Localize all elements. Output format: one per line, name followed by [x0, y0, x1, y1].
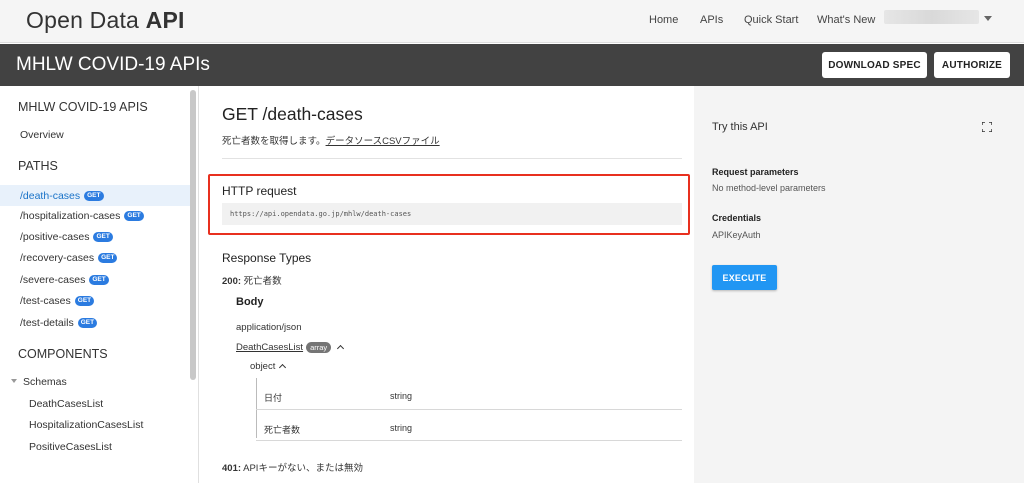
- get-badge: GET: [89, 275, 109, 285]
- http-request-heading: HTTP request: [222, 184, 297, 198]
- divider: [222, 158, 682, 159]
- api-title-bar: MHLW COVID-19 APIs DOWNLOAD SPEC AUTHORI…: [0, 44, 1024, 86]
- user-account[interactable]: [884, 10, 979, 24]
- tree-line: [256, 378, 257, 438]
- get-badge: GET: [84, 190, 104, 201]
- get-badge: GET: [98, 253, 118, 263]
- authorize-button[interactable]: AUTHORIZE: [934, 52, 1010, 78]
- account-dropdown-icon[interactable]: [984, 16, 992, 21]
- response-types-heading: Response Types: [222, 251, 312, 265]
- sidebar: MHLW COVID-19 APIS Overview PATHS /death…: [0, 86, 199, 483]
- property-name: 死亡者数: [264, 425, 301, 435]
- sidebar-api-heading[interactable]: MHLW COVID-19 APIS: [18, 100, 148, 114]
- sidebar-item-positive-cases[interactable]: /positive-cases GET: [20, 231, 113, 243]
- fullscreen-icon[interactable]: [982, 122, 992, 132]
- sidebar-schema-hospitalization-cases-list[interactable]: HospitalizationCasesList: [29, 419, 143, 431]
- schema-reference[interactable]: DeathCasesList array: [236, 342, 345, 353]
- sidebar-item-hospitalization-cases[interactable]: /hospitalization-cases GET: [20, 210, 144, 222]
- property-type: string: [390, 391, 413, 401]
- response-200: 200: 死亡者数: [222, 276, 282, 287]
- get-badge: GET: [77, 318, 98, 328]
- chevron-up-icon[interactable]: [279, 363, 287, 372]
- property-name: 日付: [264, 393, 283, 403]
- body-heading: Body: [236, 296, 264, 308]
- credentials-heading: Credentials: [712, 213, 762, 223]
- chevron-up-icon[interactable]: [337, 344, 345, 353]
- sidebar-item-overview[interactable]: Overview: [20, 129, 64, 141]
- sidebar-paths-heading: PATHS: [18, 159, 58, 173]
- sidebar-item-recovery-cases[interactable]: /recovery-cases GET: [20, 252, 118, 264]
- expand-triangle-icon[interactable]: [11, 379, 17, 383]
- schema-link[interactable]: DeathCasesList: [236, 342, 303, 353]
- try-api-panel: Try this API Request parameters No metho…: [694, 86, 1024, 483]
- csv-source-link[interactable]: データソースCSVファイル: [326, 136, 440, 147]
- sidebar-schema-positive-cases-list[interactable]: PositiveCasesList: [29, 441, 112, 453]
- execute-button[interactable]: EXECUTE: [712, 265, 777, 290]
- endpoint-description: 死亡者数を取得します。データソースCSVファイル: [222, 136, 440, 147]
- divider: [256, 409, 682, 410]
- request-url: https://api.opendata.go.jp/mhlw/death-ca…: [222, 203, 682, 225]
- array-badge: array: [306, 342, 332, 353]
- get-badge: GET: [93, 232, 113, 242]
- request-parameters-text: No method-level parameters: [712, 183, 826, 193]
- response-401: 401: APIキーがない、または無効: [222, 463, 363, 474]
- property-row: 死亡者数 string: [264, 411, 682, 443]
- sidebar-item-severe-cases[interactable]: /severe-cases GET: [20, 274, 109, 286]
- endpoint-title: GET /death-cases: [222, 104, 363, 124]
- sidebar-item-death-cases[interactable]: /death-cases GET: [0, 185, 190, 206]
- content-type: application/json: [236, 322, 302, 333]
- property-type: string: [390, 423, 413, 433]
- sidebar-components-heading: COMPONENTS: [18, 347, 108, 361]
- sidebar-schema-death-cases-list[interactable]: DeathCasesList: [29, 398, 103, 410]
- object-toggle[interactable]: object: [250, 361, 287, 372]
- try-api-heading: Try this API: [712, 121, 768, 133]
- main-content: GET /death-cases 死亡者数を取得します。データソースCSVファイ…: [200, 86, 694, 483]
- top-header: Open Data API Home APIs Quick Start What…: [0, 0, 1024, 43]
- get-badge: GET: [74, 296, 95, 306]
- nav-quick-start[interactable]: Quick Start: [744, 14, 798, 26]
- nav-whats-new[interactable]: What's New: [817, 14, 875, 26]
- site-logo[interactable]: Open Data API: [26, 7, 185, 34]
- sidebar-item-test-cases[interactable]: /test-cases GET: [20, 295, 95, 307]
- nav-home[interactable]: Home: [649, 14, 678, 26]
- download-spec-button[interactable]: DOWNLOAD SPEC: [822, 52, 927, 78]
- nav-apis[interactable]: APIs: [700, 14, 723, 26]
- get-badge: GET: [124, 211, 144, 221]
- sidebar-item-schemas[interactable]: Schemas: [11, 376, 67, 388]
- api-title: MHLW COVID-19 APIs: [16, 54, 210, 75]
- divider: [256, 440, 682, 441]
- sidebar-item-test-details[interactable]: /test-details GET: [20, 317, 98, 329]
- request-parameters-heading: Request parameters: [712, 167, 799, 177]
- sidebar-scrollbar[interactable]: [190, 90, 196, 380]
- credentials-value: APIKeyAuth: [712, 230, 761, 240]
- property-row: 日付 string: [264, 379, 682, 411]
